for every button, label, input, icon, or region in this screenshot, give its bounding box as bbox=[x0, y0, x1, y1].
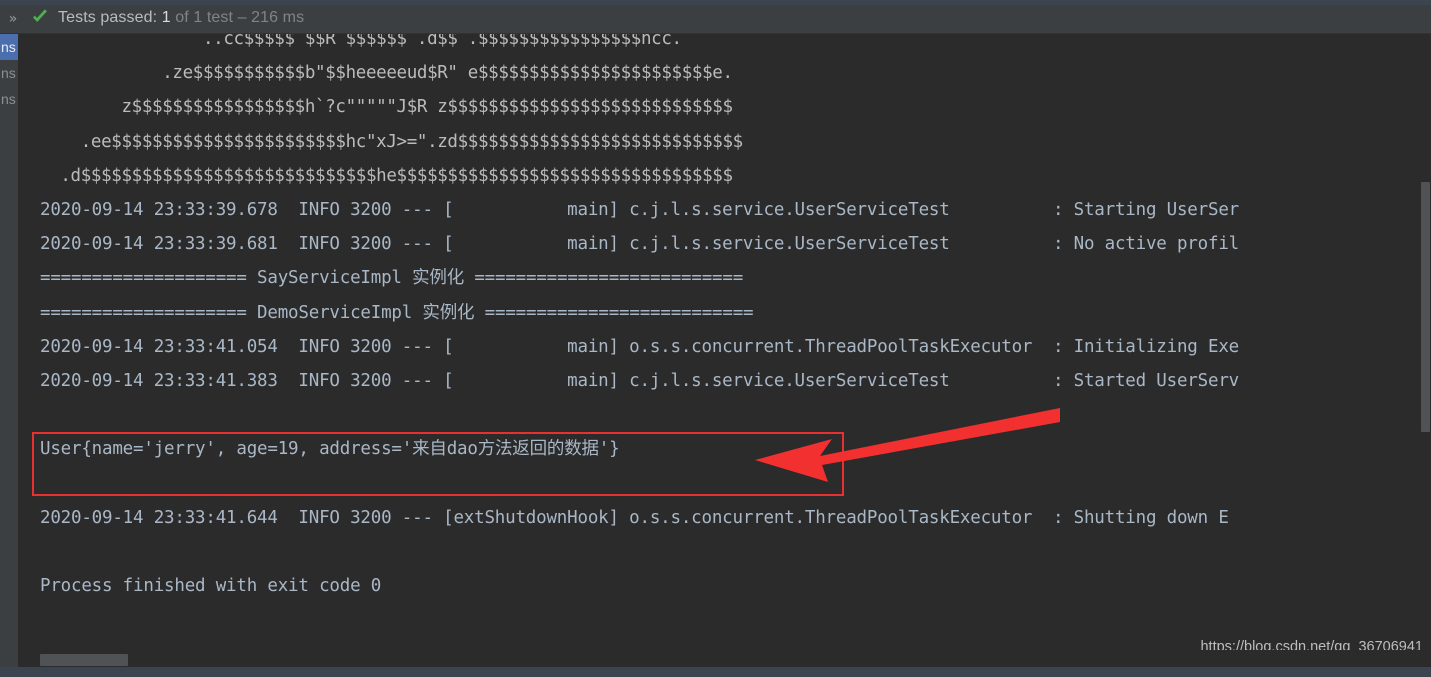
log-separator-dash: --- bbox=[391, 336, 433, 357]
tests-total-duration: of 1 test – 216 ms bbox=[170, 9, 305, 26]
test-tree-item-label: ns bbox=[1, 91, 16, 107]
log-separator-dash: --- bbox=[391, 234, 433, 255]
panel-corner bbox=[0, 650, 18, 667]
log-timestamp: 2020-09-14 23:33:39.678 bbox=[40, 199, 278, 220]
test-run-console-window: » Tests passed: 1 of 1 test – 216 ms ns … bbox=[0, 0, 1431, 677]
console-output-panel[interactable]: ..cc$$$$$ $$R $$$$$$ .d$$ .$$$$$$$$$$$$$… bbox=[18, 34, 1420, 660]
log-colon: : bbox=[1052, 199, 1064, 220]
log-logger: c.j.l.s.service.UserServiceTest bbox=[618, 370, 1053, 391]
log-message: Initializing Exe bbox=[1063, 336, 1240, 357]
log-pid: 3200 bbox=[339, 336, 392, 357]
horizontal-scrollbar[interactable] bbox=[18, 650, 1431, 667]
console-ascii-art-line: .ze$$$$$$$$$$$b"$$heeeeeud$R" e$$$$$$$$$… bbox=[40, 63, 733, 84]
console-text-line: ==================== SayServiceImpl 实例化 … bbox=[40, 268, 744, 289]
console-program-output-line: User{name='jerry', age=19, address='来自da… bbox=[40, 439, 620, 460]
log-logger: o.s.s.concurrent.ThreadPoolTaskExecutor bbox=[618, 507, 1053, 528]
log-colon: : bbox=[1052, 336, 1064, 357]
log-pid: 3200 bbox=[339, 234, 392, 255]
test-status-bar: » Tests passed: 1 of 1 test – 216 ms bbox=[0, 0, 1431, 34]
log-colon: : bbox=[1052, 507, 1064, 528]
test-tree-item-label: ns bbox=[1, 65, 16, 81]
log-colon: : bbox=[1052, 370, 1064, 391]
log-level: INFO bbox=[277, 199, 340, 220]
log-timestamp: 2020-09-14 23:33:41.054 bbox=[40, 336, 278, 357]
log-thread: [ main] bbox=[432, 370, 619, 391]
log-separator-dash: --- bbox=[391, 507, 433, 528]
log-thread: [extShutdownHook] bbox=[432, 507, 619, 528]
console-ascii-art-line: .d$$$$$$$$$$$$$$$$$$$$$$$$$$$$$he$$$$$$$… bbox=[40, 165, 733, 186]
log-message: Starting UserSer bbox=[1063, 199, 1240, 220]
console-lines: ..cc$$$$$ $$R $$$$$$ .d$$ .$$$$$$$$$$$$$… bbox=[18, 34, 1420, 603]
test-tree-panel[interactable]: ns ns ns bbox=[0, 34, 18, 660]
console-text-line: Process finished with exit code 0 bbox=[40, 576, 382, 596]
test-tree-item-label: ns bbox=[1, 39, 16, 55]
vertical-scrollbar[interactable] bbox=[1420, 34, 1431, 660]
console-log-line: 2020-09-14 23:33:41.644 INFO 3200 --- [e… bbox=[40, 501, 1420, 535]
log-message: Shutting down E bbox=[1063, 507, 1229, 528]
test-tree-item-1[interactable]: ns bbox=[0, 60, 18, 86]
log-pid: 3200 bbox=[339, 507, 392, 528]
console-ascii-art-line: .ee$$$$$$$$$$$$$$$$$$$$$$$hc"xJ>=".zd$$$… bbox=[40, 131, 743, 152]
log-timestamp: 2020-09-14 23:33:39.681 bbox=[40, 234, 278, 255]
console-text-line: ==================== DemoServiceImpl 实例化… bbox=[40, 302, 754, 323]
log-logger: c.j.l.s.service.UserServiceTest bbox=[618, 199, 1053, 220]
log-thread: [ main] bbox=[432, 336, 619, 357]
log-level: INFO bbox=[277, 507, 340, 528]
chevrons-right-icon[interactable]: » bbox=[2, 8, 24, 26]
console-log-line: 2020-09-14 23:33:39.678 INFO 3200 --- [ … bbox=[40, 193, 1420, 227]
window-bottom-edge bbox=[0, 667, 1431, 677]
console-ascii-art-line: ..cc$$$$$ $$R $$$$$$ .d$$ .$$$$$$$$$$$$$… bbox=[40, 34, 682, 49]
test-tree-item-2[interactable]: ns bbox=[0, 86, 18, 112]
horizontal-scrollbar-thumb[interactable] bbox=[40, 654, 128, 666]
log-message: Started UserServ bbox=[1063, 370, 1240, 391]
log-level: INFO bbox=[277, 370, 340, 391]
console-log-line: 2020-09-14 23:33:41.054 INFO 3200 --- [ … bbox=[40, 330, 1420, 364]
green-check-icon bbox=[33, 8, 47, 22]
log-logger: c.j.l.s.service.UserServiceTest bbox=[618, 234, 1053, 255]
log-pid: 3200 bbox=[339, 199, 392, 220]
tests-passed-label: Tests passed: bbox=[58, 9, 162, 26]
log-timestamp: 2020-09-14 23:33:41.644 bbox=[40, 507, 278, 528]
log-thread: [ main] bbox=[432, 234, 619, 255]
console-log-line: 2020-09-14 23:33:39.681 INFO 3200 --- [ … bbox=[40, 227, 1420, 261]
log-level: INFO bbox=[277, 234, 340, 255]
log-message: No active profil bbox=[1063, 234, 1240, 255]
console-ascii-art-line: z$$$$$$$$$$$$$$$$$h`?c"""""J$R z$$$$$$$$… bbox=[40, 97, 733, 118]
test-status-text: Tests passed: 1 of 1 test – 216 ms bbox=[58, 6, 304, 27]
log-colon: : bbox=[1052, 234, 1064, 255]
log-separator-dash: --- bbox=[391, 370, 433, 391]
log-thread: [ main] bbox=[432, 199, 619, 220]
vertical-scrollbar-thumb[interactable] bbox=[1421, 182, 1430, 432]
log-level: INFO bbox=[277, 336, 340, 357]
console-log-line: 2020-09-14 23:33:41.383 INFO 3200 --- [ … bbox=[40, 364, 1420, 398]
test-tree-item-0[interactable]: ns bbox=[0, 34, 18, 60]
log-timestamp: 2020-09-14 23:33:41.383 bbox=[40, 370, 278, 391]
log-separator-dash: --- bbox=[391, 199, 433, 220]
log-logger: o.s.s.concurrent.ThreadPoolTaskExecutor bbox=[618, 336, 1053, 357]
log-pid: 3200 bbox=[339, 370, 392, 391]
tests-passed-count: 1 bbox=[161, 9, 171, 26]
